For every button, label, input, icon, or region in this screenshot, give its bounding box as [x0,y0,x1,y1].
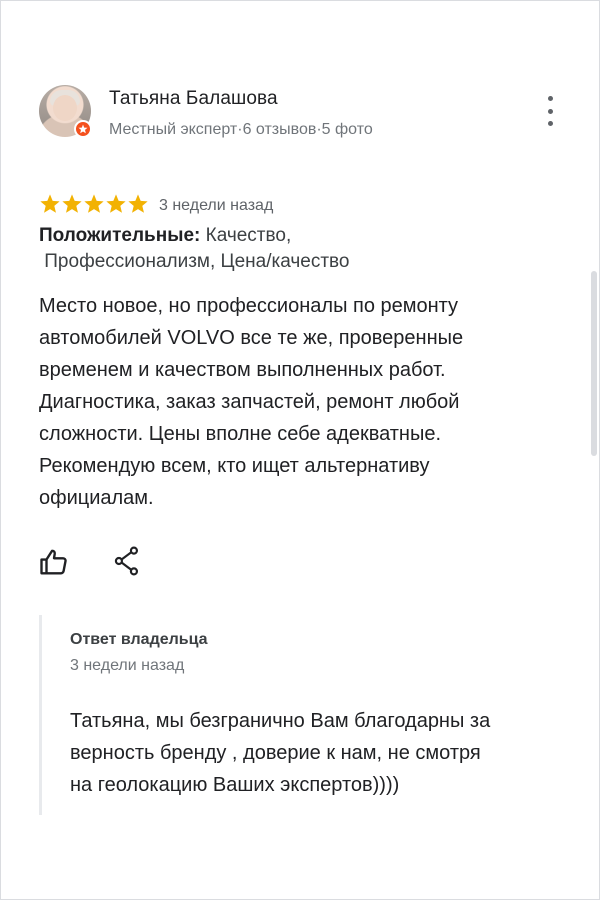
rating-stars [39,193,149,215]
avatar[interactable] [39,85,92,138]
badge-star-icon [78,124,88,134]
star-icon [84,194,104,213]
more-dot [547,96,553,101]
owner-reply-title: Ответ владельца [70,631,208,648]
star-icon [128,194,148,213]
owner-reply-text: Татьяна, мы безгранично Вам благодарны з… [70,710,491,796]
star-icon [62,194,82,213]
author-name[interactable]: Татьяна Балашова [109,88,278,110]
review-date: 3 недели назад [159,197,274,214]
avatar-face [53,95,77,121]
more-dot [547,108,553,114]
share-icon[interactable] [113,546,141,576]
positives-line: Положительные: Качество, Профессионализм… [39,223,459,275]
scrollbar-thumb[interactable] [591,271,597,456]
more-dot [547,121,553,126]
review-text: Место новое, но профессионалы по ремонту… [39,295,464,509]
share-svg [114,546,139,576]
star-icon [106,194,126,213]
local-guide-badge-icon [74,120,92,138]
owner-reply: Ответ владельца 3 недели назад Татьяна, … [39,615,562,815]
author-meta: Местный эксперт·6 отзывов·5 фото [109,121,373,138]
more-vert-icon[interactable] [539,96,561,126]
positives-label: Положительные: [39,225,201,246]
thumb-up-icon[interactable] [39,547,69,577]
thumb-up-svg [40,549,67,575]
owner-reply-date: 3 недели назад [70,657,185,674]
star-icon [40,194,60,213]
review-card: Татьяна Балашова Местный эксперт·6 отзыв… [0,0,600,900]
